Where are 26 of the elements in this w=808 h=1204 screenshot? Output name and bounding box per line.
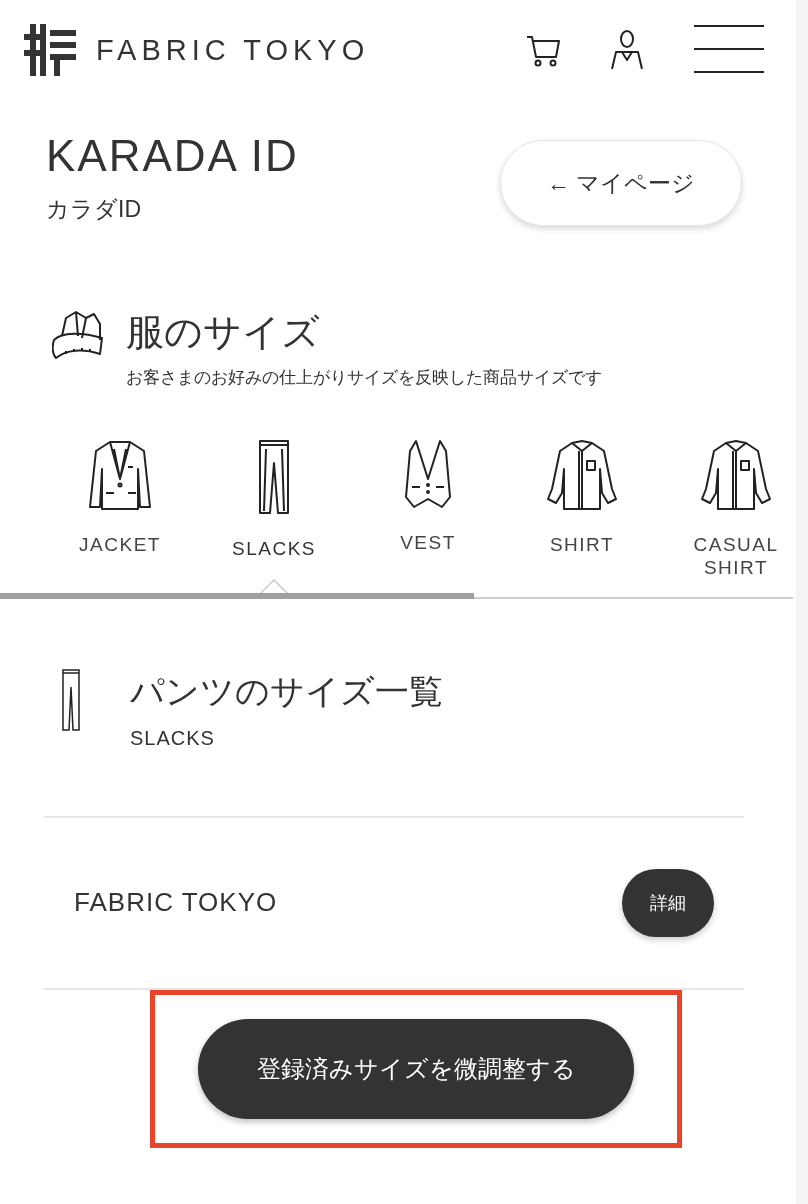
section-title: 服のサイズ [126,310,321,355]
trousers-icon [256,438,292,515]
category-tab[interactable]: SHIRT [505,438,659,591]
detail-button[interactable]: 詳細 [622,868,714,937]
cart-icon[interactable] [526,33,560,67]
logo-icon [24,24,76,76]
shirt-icon [700,438,772,511]
jacket-icon [88,438,152,511]
brand-label: FABRIC TOKYO [74,887,278,919]
adjust-size-button[interactable]: 登録済みサイズを微調整する [198,1018,634,1119]
user-icon[interactable] [610,30,644,70]
list-subtitle: SLACKS [130,726,216,750]
page-title: KARADA ID [46,134,299,178]
category-tab[interactable]: SLACKS [197,438,351,591]
category-tab[interactable]: JACKET [43,438,197,591]
brand-name: FABRIC TOKYO [96,33,370,67]
list-title: パンツのサイズ一覧 [130,670,443,712]
section-description: お客さまのお好みの仕上がりサイズを反映した商品サイズです [126,366,602,389]
menu-icon[interactable] [694,25,764,75]
category-tab[interactable]: VEST [351,438,505,591]
trousers-icon [62,668,80,731]
category-tab[interactable]: CASUAL SHIRT [659,438,808,591]
back-button[interactable]: ← マイページ [500,140,742,226]
page-subtitle: カラダID [46,195,142,224]
shirt-icon [546,438,618,511]
vest-icon [404,438,452,509]
